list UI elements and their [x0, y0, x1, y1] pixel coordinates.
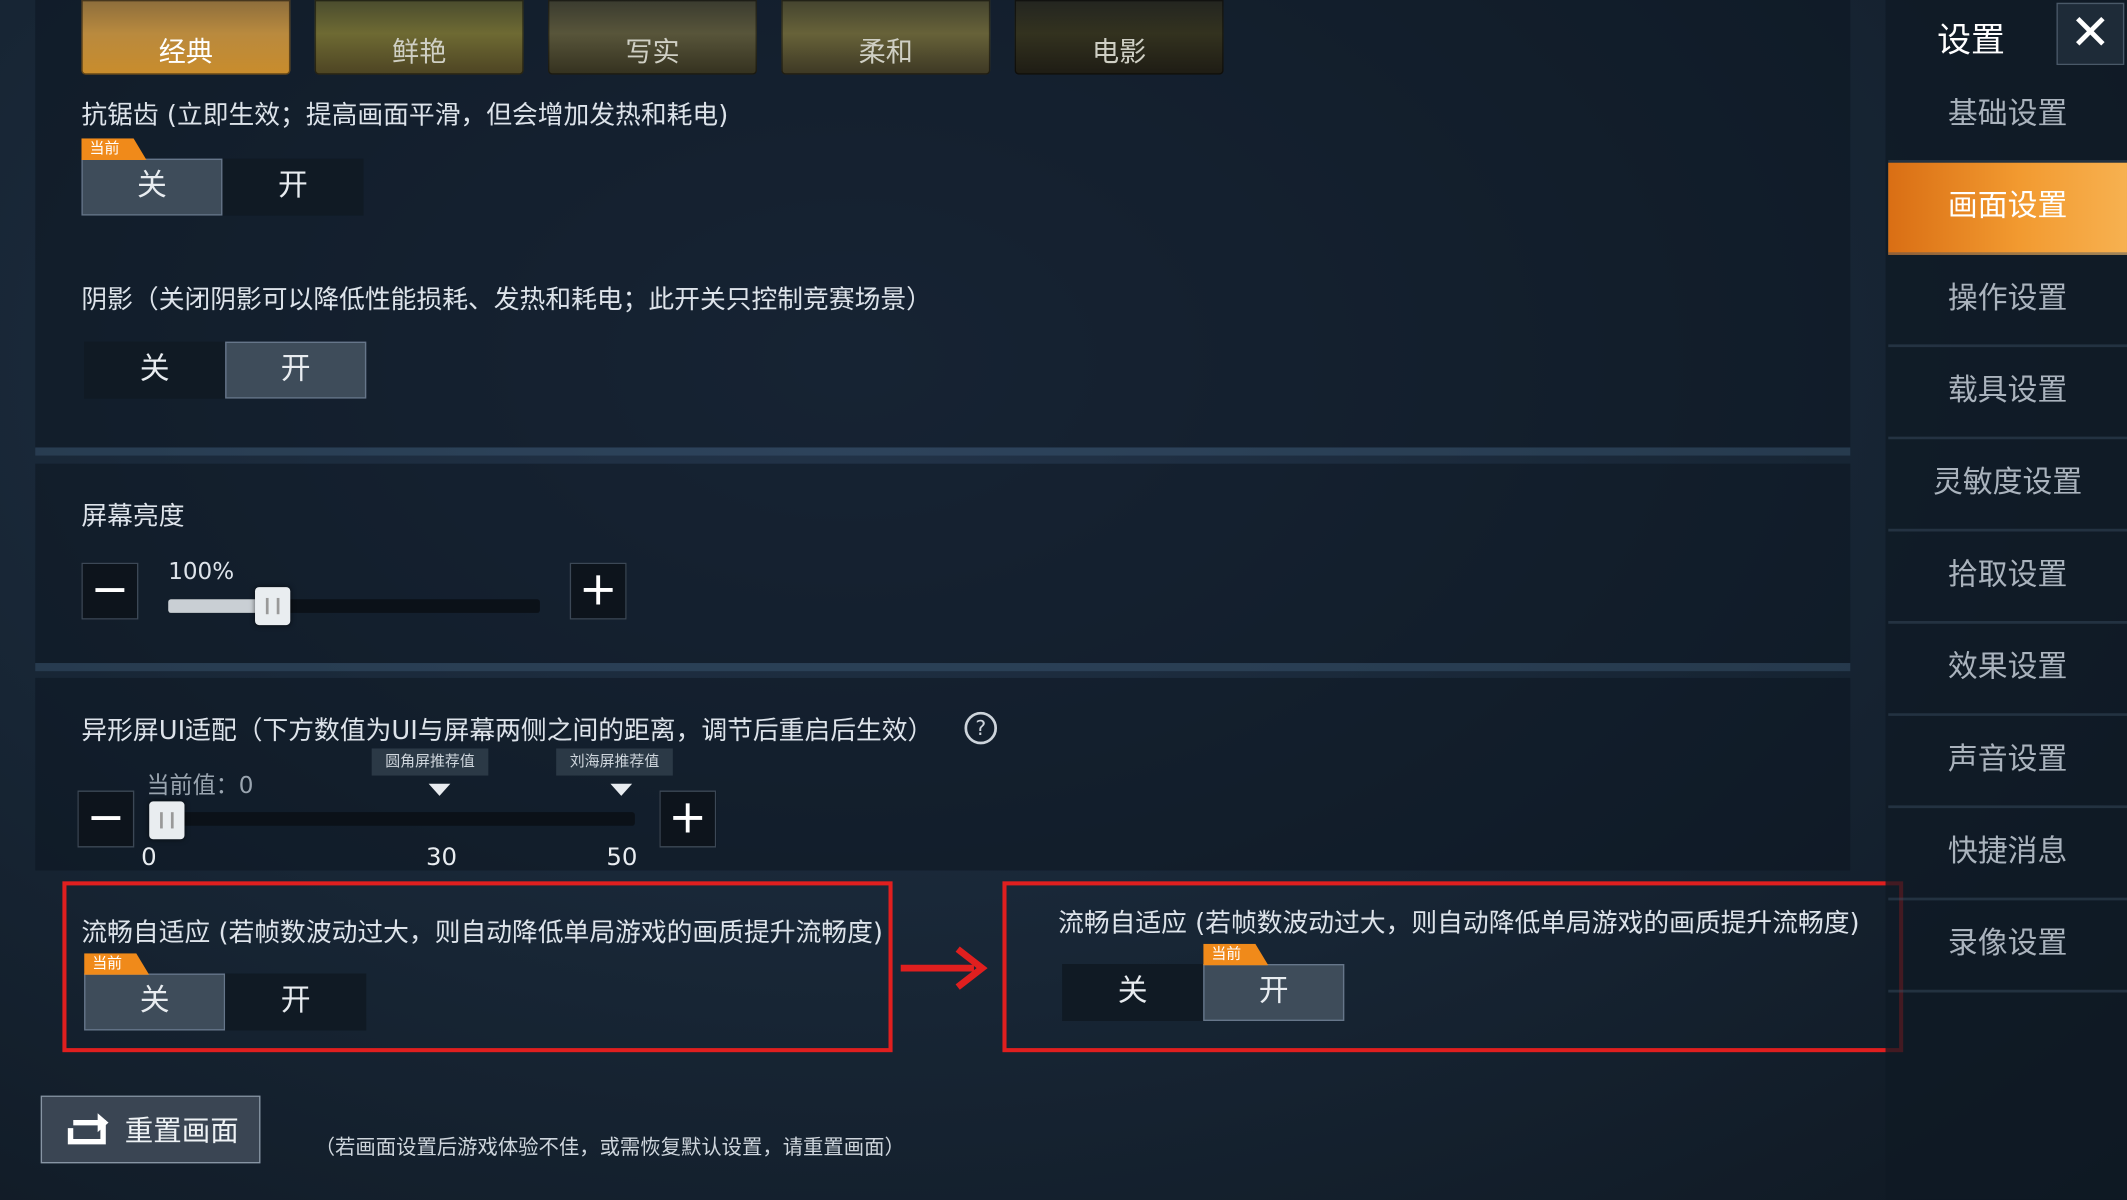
- shadow-off-button[interactable]: 关: [84, 341, 226, 399]
- sidebar-item-quick-messages[interactable]: 快捷消息: [1888, 808, 2127, 901]
- marker-arrow-icon: [610, 783, 633, 796]
- shadow-label: 阴影（关闭阴影可以降低性能损耗、发热和耗电；此开关只控制竞赛场景）: [81, 284, 932, 315]
- reset-label: 重置画面: [124, 1114, 239, 1148]
- smooth-adaptive-toggle-before: 当前 关 开: [84, 953, 367, 1031]
- quality-presets: 经典 鲜艳 写实 柔和 电影: [81, 0, 1224, 75]
- reset-icon: [67, 1113, 109, 1145]
- tick-label: 30: [425, 843, 458, 872]
- notch-slider-thumb[interactable]: [149, 801, 185, 840]
- notch-label: 异形屏UI适配（下方数值为UI与屏幕两侧之间的距离，调节后重启后生效）: [81, 715, 934, 746]
- marker-arrow-icon: [428, 783, 451, 796]
- sidebar-item-basic[interactable]: 基础设置: [1888, 71, 2127, 163]
- brightness-label: 屏幕亮度: [81, 501, 185, 532]
- preset-vivid[interactable]: 鲜艳: [314, 0, 524, 75]
- anti-aliasing-off-button[interactable]: 关: [81, 158, 223, 216]
- notch-recommend-tag: 刘海屏推荐值: [556, 748, 673, 776]
- round-corner-recommend-tag: 圆角屏推荐值: [371, 748, 489, 776]
- tick-label: 0: [141, 843, 157, 872]
- sidebar-item-controls[interactable]: 操作设置: [1888, 255, 2127, 348]
- smooth-adaptive-on-button[interactable]: 开: [1203, 964, 1345, 1021]
- smooth-adaptive-on-button[interactable]: 开: [225, 973, 367, 1031]
- preset-label: 经典: [158, 35, 213, 68]
- preset-realistic[interactable]: 写实: [548, 0, 757, 75]
- brightness-section: [35, 463, 1851, 664]
- sidebar-item-sensitivity[interactable]: 灵敏度设置: [1888, 439, 2127, 532]
- brightness-minus-button[interactable]: −: [81, 562, 139, 620]
- smooth-adaptive-label: 流畅自适应 (若帧数波动过大，则自动降低单局游戏的画质提升流畅度): [1058, 908, 1860, 939]
- smooth-adaptive-label: 流畅自适应 (若帧数波动过大，则自动降低单局游戏的画质提升流畅度): [81, 917, 883, 948]
- anti-aliasing-on-button[interactable]: 开: [222, 158, 364, 216]
- tick-label: 50: [606, 843, 638, 872]
- preset-label: 柔和: [858, 35, 913, 68]
- sidebar-item-recording[interactable]: 录像设置: [1888, 900, 2127, 993]
- help-icon[interactable]: ?: [964, 711, 998, 745]
- reset-note: （若画面设置后游戏体验不佳，或需恢复默认设置，请重置画面）: [314, 1134, 905, 1160]
- notch-section: [35, 677, 1851, 871]
- smooth-adaptive-off-button[interactable]: 关: [84, 973, 226, 1031]
- notch-slider-track[interactable]: [149, 812, 635, 826]
- anti-aliasing-label: 抗锯齿 (立即生效；提高画面平滑，但会增加发热和耗电): [81, 100, 729, 131]
- notch-plus-button[interactable]: +: [659, 790, 717, 848]
- preset-soft[interactable]: 柔和: [781, 0, 991, 75]
- sidebar-item-audio[interactable]: 声音设置: [1888, 716, 2127, 809]
- preset-label: 写实: [625, 35, 680, 68]
- smooth-adaptive-off-button[interactable]: 关: [1062, 964, 1204, 1021]
- notch-current-value: 当前值：0: [146, 772, 254, 800]
- shadow-on-button[interactable]: 开: [225, 341, 367, 399]
- settings-title: 设置: [1937, 20, 2005, 60]
- reset-graphics-button[interactable]: 重置画面: [40, 1095, 261, 1164]
- sidebar-item-vehicle[interactable]: 载具设置: [1888, 347, 2127, 440]
- shadow-toggle: 关 开: [84, 341, 367, 399]
- section-divider: [35, 663, 1851, 672]
- section-divider: [35, 447, 1851, 456]
- preset-label: 鲜艳: [392, 35, 447, 68]
- preset-cinematic[interactable]: 电影: [1014, 0, 1224, 75]
- sidebar-item-pickup[interactable]: 拾取设置: [1888, 532, 2127, 624]
- brightness-slider-thumb[interactable]: [254, 587, 290, 626]
- brightness-value: 100%: [168, 558, 235, 586]
- sidebar-item-effects[interactable]: 效果设置: [1888, 624, 2127, 716]
- preset-label: 电影: [1091, 35, 1147, 68]
- brightness-plus-button[interactable]: +: [569, 562, 627, 620]
- sidebar-item-graphics[interactable]: 画面设置: [1888, 162, 2127, 255]
- smooth-adaptive-toggle-after: 当前 关 开: [1062, 943, 1345, 1021]
- arrow-right-icon: [900, 946, 988, 990]
- preset-classic[interactable]: 经典: [81, 0, 291, 75]
- notch-minus-button[interactable]: −: [77, 790, 135, 848]
- close-icon[interactable]: ✕: [2056, 2, 2125, 66]
- anti-aliasing-toggle: 当前 关 开: [81, 138, 364, 216]
